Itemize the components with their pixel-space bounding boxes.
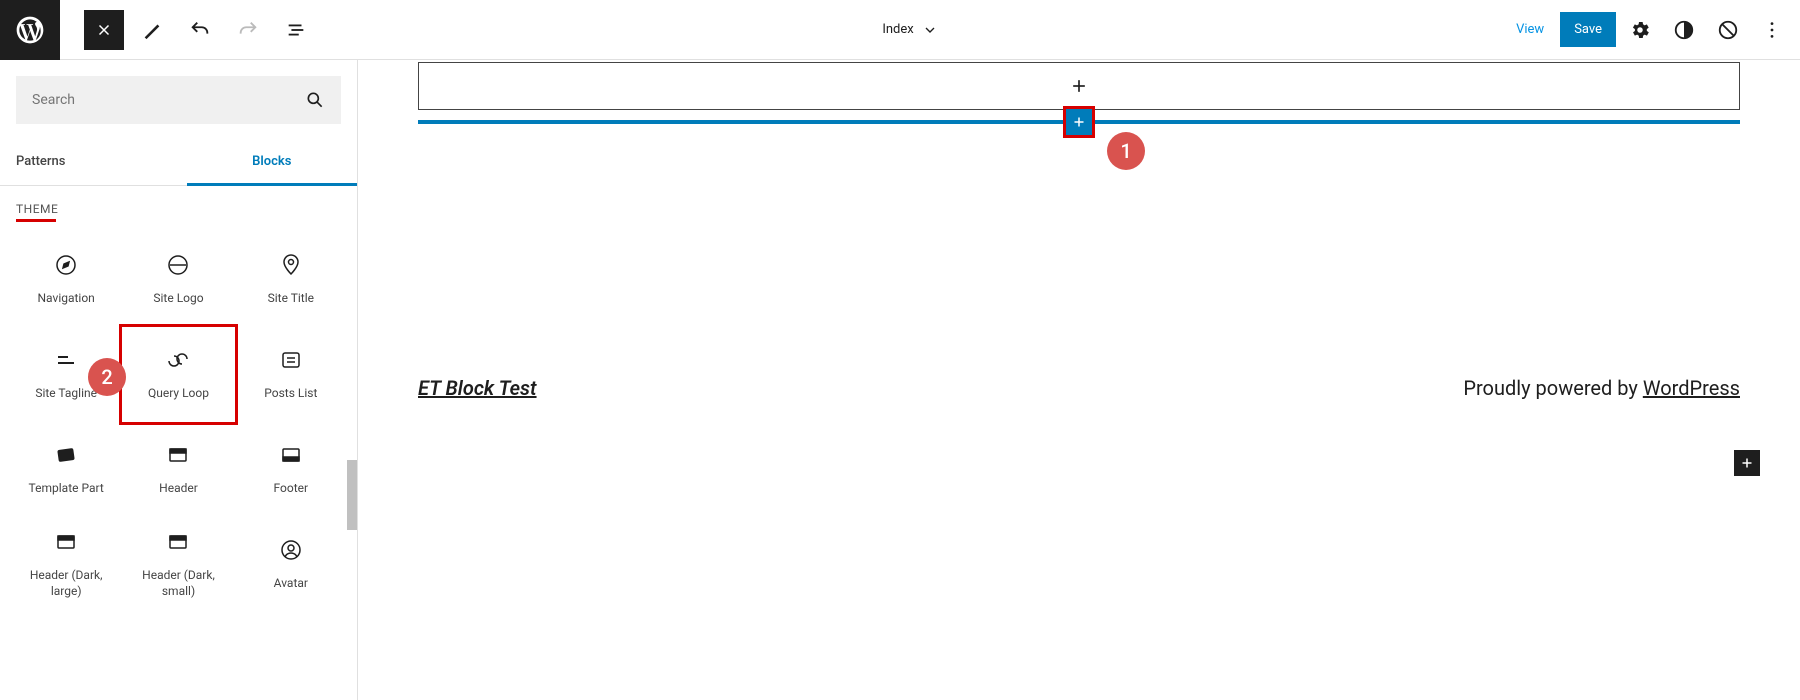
site-footer: ET Block Test Proudly powered by WordPre… <box>418 376 1740 400</box>
document-title-dropdown[interactable]: Index <box>882 22 937 38</box>
search-icon <box>305 90 325 110</box>
loop-icon <box>166 348 190 372</box>
block-item-label: Avatar <box>274 576 308 592</box>
toggle-inserter-button[interactable] <box>84 10 124 50</box>
block-item-header-dark-large-[interactable]: Header (Dark, large) <box>10 517 122 612</box>
avatar-icon <box>279 538 303 562</box>
block-item-query-loop[interactable]: Query Loop <box>122 327 234 422</box>
view-options-button[interactable] <box>1708 10 1748 50</box>
document-overview-button[interactable] <box>276 10 316 50</box>
section-theme-heading: THEME <box>0 186 357 232</box>
footer-credit: Proudly powered by WordPress <box>1463 376 1740 400</box>
block-insertion-indicator: 1 <box>418 120 1740 124</box>
header-icon <box>166 530 190 554</box>
editor-canvas: 1 ET Block Test Proudly powered by WordP… <box>358 60 1800 700</box>
block-item-label: Header (Dark, small) <box>126 568 230 599</box>
block-item-site-logo[interactable]: Site Logo <box>122 232 234 327</box>
view-link[interactable]: View <box>1504 14 1556 45</box>
site-title-link[interactable]: ET Block Test <box>418 376 537 400</box>
block-item-header-dark-small-[interactable]: Header (Dark, small) <box>122 517 234 612</box>
tab-patterns[interactable]: Patterns <box>0 140 187 185</box>
block-item-label: Site Logo <box>153 291 203 307</box>
block-item-template-part[interactable]: Template Part <box>10 422 122 517</box>
block-item-label: Site Tagline <box>35 386 97 402</box>
block-item-footer[interactable]: Footer <box>235 422 347 517</box>
more-options-button[interactable] <box>1752 10 1792 50</box>
annotation-badge-2: 2 <box>88 358 126 396</box>
block-item-label: Template Part <box>29 481 104 497</box>
block-item-label: Site Title <box>268 291 314 307</box>
topbar-right: View Save <box>1504 10 1800 50</box>
block-item-navigation[interactable]: Navigation <box>10 232 122 327</box>
document-title: Index <box>882 22 913 37</box>
block-item-label: Footer <box>274 481 309 497</box>
block-grid: Navigation Site Logo Site Title Site Taglin… <box>0 232 357 632</box>
insert-block-button[interactable] <box>1066 109 1092 135</box>
undo-button[interactable] <box>180 10 220 50</box>
inserter-tabs: Patterns Blocks <box>0 140 357 186</box>
wordpress-link[interactable]: WordPress <box>1643 376 1740 400</box>
inserter-panel: Patterns Blocks THEME Navigation Site Log… <box>0 60 358 700</box>
chevron-down-icon <box>922 22 938 38</box>
footer-icon <box>279 443 303 467</box>
block-item-label: Navigation <box>38 291 95 307</box>
template-icon <box>54 443 78 467</box>
tab-blocks[interactable]: Blocks <box>187 140 358 186</box>
block-item-site-title[interactable]: Site Title <box>235 232 347 327</box>
block-item-label: Query Loop <box>148 386 209 402</box>
settings-button[interactable] <box>1620 10 1660 50</box>
topbar: Index View Save <box>0 0 1800 60</box>
list-icon <box>279 348 303 372</box>
block-item-posts-list[interactable]: Posts List <box>235 327 347 422</box>
wordpress-logo[interactable] <box>0 0 60 60</box>
floating-add-block-button[interactable] <box>1734 450 1760 476</box>
styles-button[interactable] <box>1664 10 1704 50</box>
compass-icon <box>54 253 78 277</box>
search-input-wrap[interactable] <box>16 76 341 124</box>
block-item-header[interactable]: Header <box>122 422 234 517</box>
save-button[interactable]: Save <box>1560 12 1616 47</box>
site-logo-icon <box>166 253 190 277</box>
topbar-left <box>0 0 316 60</box>
block-item-label: Posts List <box>264 386 317 402</box>
annotation-badge-1: 1 <box>1107 132 1145 170</box>
empty-block-appender[interactable] <box>418 62 1740 110</box>
block-item-label: Header <box>159 481 198 497</box>
block-item-avatar[interactable]: Avatar <box>235 517 347 612</box>
tools-button[interactable] <box>132 10 172 50</box>
block-item-label: Header (Dark, large) <box>14 568 118 599</box>
scrollbar-thumb[interactable] <box>347 460 357 530</box>
header-icon <box>166 443 190 467</box>
plus-icon <box>1069 76 1089 96</box>
tagline-icon <box>54 348 78 372</box>
search-input[interactable] <box>32 92 305 108</box>
redo-button[interactable] <box>228 10 268 50</box>
pin-icon <box>279 253 303 277</box>
header-icon <box>54 530 78 554</box>
